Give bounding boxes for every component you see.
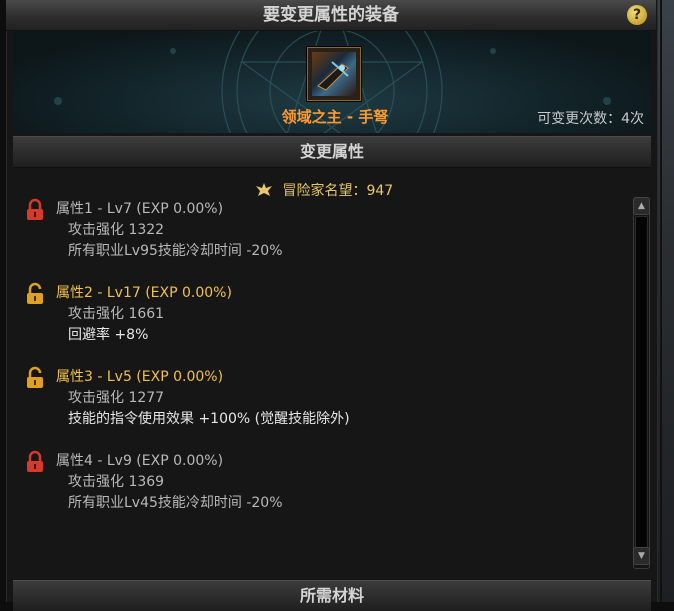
reputation-crest-icon [254, 181, 274, 201]
window-edge [656, 0, 674, 602]
section-header-materials: 所需材料 [13, 580, 651, 611]
panel-title: 要变更属性的装备 [263, 5, 399, 25]
locked-padlock-icon[interactable] [24, 450, 46, 474]
section-header-change-attributes: 变更属性 [13, 136, 651, 168]
attribute-attack-line: 攻击强化 1322 [68, 222, 165, 238]
weapon-crossbow-icon [312, 52, 356, 96]
attribute-title: 属性2 - Lv17 (EXP 0.00%) [56, 285, 232, 301]
scroll-up-button[interactable]: ▲ [633, 197, 650, 215]
attribute-effect-line: 技能的指令使用效果 +100% (觉醒技能除外) [68, 411, 350, 427]
equipment-slot[interactable] [307, 47, 361, 101]
scroll-down-button[interactable]: ▼ [633, 547, 650, 565]
panel-header: 要变更属性的装备 [6, 0, 656, 31]
section-title: 变更属性 [299, 142, 364, 161]
attribute-title: 属性4 - Lv9 (EXP 0.00%) [56, 453, 224, 469]
attribute-title: 属性1 - Lv7 (EXP 0.00%) [56, 201, 224, 217]
attribute-effect-line: 所有职业Lv95技能冷却时间 -20% [68, 243, 283, 259]
attribute-effect-line: 回避率 +8% [68, 327, 149, 343]
unlocked-padlock-icon[interactable] [24, 366, 46, 390]
attribute-attack-line: 攻击强化 1277 [68, 390, 165, 406]
reputation-display: 冒险家名望：947 [254, 180, 393, 200]
unlocked-padlock-icon[interactable] [24, 282, 46, 306]
reputation-value: ：947 [352, 183, 394, 199]
locked-padlock-icon[interactable] [24, 198, 46, 222]
reputation-label: 冒险家名望 [282, 183, 353, 199]
attribute-attack-line: 攻击强化 1369 [68, 474, 165, 490]
materials-title: 所需材料 [299, 586, 364, 605]
item-name: 领域之主 - 手弩 [281, 108, 389, 126]
attribute-attack-line: 攻击强化 1661 [68, 306, 165, 322]
change-count-label: 可变更次数：4次 [537, 111, 644, 127]
scrollbar-thumb[interactable] [635, 216, 648, 548]
attribute-effect-line: 所有职业Lv45技能冷却时间 -20% [68, 495, 283, 511]
attribute-title: 属性3 - Lv5 (EXP 0.00%) [56, 369, 224, 385]
help-icon[interactable]: ? [627, 5, 647, 25]
